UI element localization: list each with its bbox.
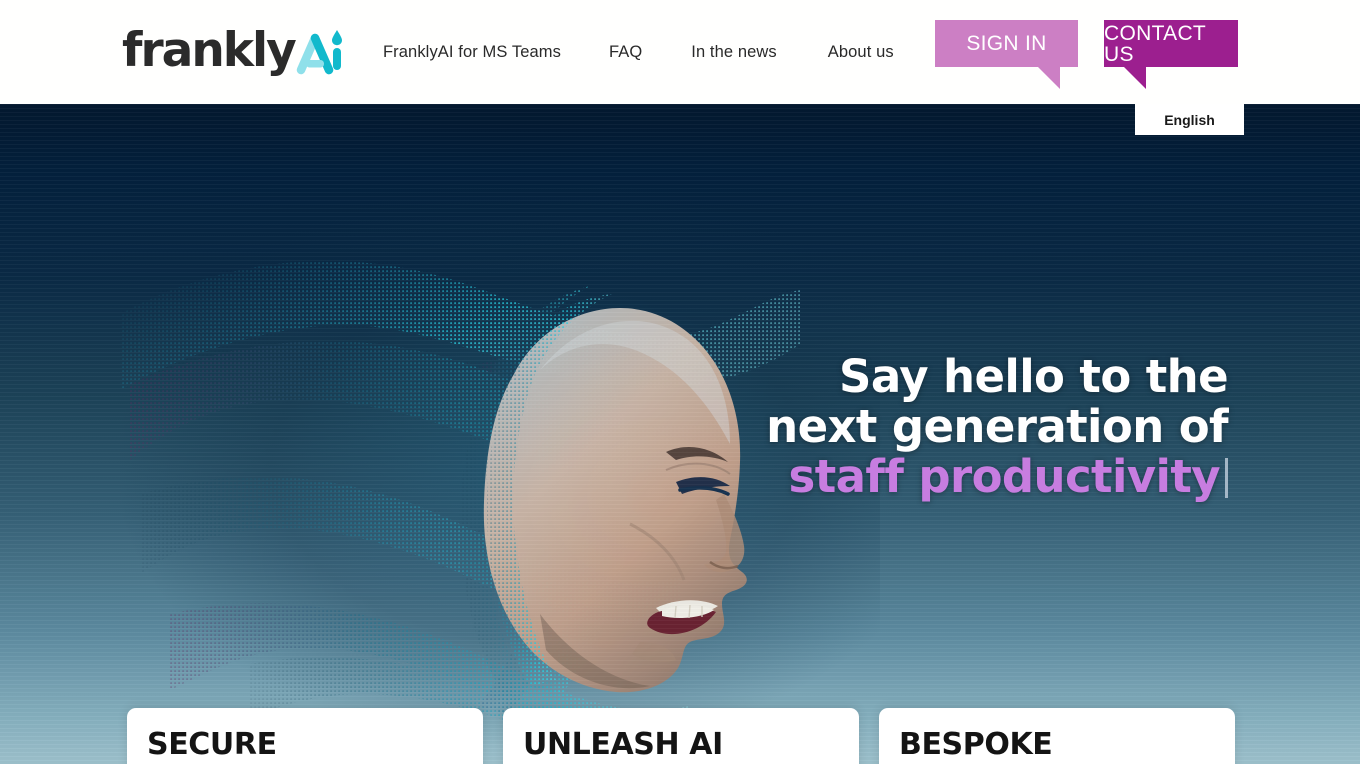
sign-in-label: SIGN IN (966, 32, 1047, 55)
headline-line-2: next generation of (766, 400, 1228, 453)
headline-line-3: staff productivity (788, 450, 1221, 503)
nav-item-in-the-news[interactable]: In the news (691, 43, 777, 62)
hero-headline: Say hello to the next generation of staf… (766, 352, 1228, 502)
logo-ai-mark (295, 24, 343, 76)
language-selector[interactable]: English (1135, 104, 1244, 135)
nav-item-about-us[interactable]: About us (828, 43, 894, 62)
site-logo[interactable]: frankly (122, 19, 343, 81)
site-header: frankly FranklyAI for MS Teams FAQ In th… (0, 0, 1360, 104)
feature-card-unleash-ai[interactable]: UNLEASH AI (503, 708, 859, 764)
nav-item-frankly-for-ms-teams[interactable]: FranklyAI for MS Teams (383, 43, 561, 62)
page-root: frankly FranklyAI for MS Teams FAQ In th… (0, 0, 1360, 764)
feature-card-bespoke[interactable]: BESPOKE (879, 708, 1235, 764)
headline-line-1: Say hello to the (839, 350, 1229, 403)
sign-in-button[interactable]: SIGN IN (935, 20, 1078, 89)
feature-cards: SECURE UNLEASH AI BESPOKE (127, 708, 1235, 764)
card-title: BESPOKE (899, 727, 1053, 762)
contact-us-bubble-tail (1124, 67, 1146, 89)
logo-wordmark: frankly (122, 22, 297, 78)
main-navigation: FranklyAI for MS Teams FAQ In the news A… (383, 0, 894, 104)
typing-caret (1225, 458, 1228, 498)
card-title: UNLEASH AI (523, 727, 723, 762)
nav-item-faq[interactable]: FAQ (609, 43, 642, 62)
contact-us-button[interactable]: CONTACT US (1104, 20, 1238, 89)
contact-us-label: CONTACT US (1104, 21, 1206, 66)
language-label: English (1164, 111, 1215, 128)
card-title: SECURE (147, 727, 277, 762)
sign-in-bubble-tail (1038, 67, 1060, 89)
feature-card-secure[interactable]: SECURE (127, 708, 483, 764)
headline-line-3-wrapper: staff productivity (766, 452, 1228, 502)
hero-section: Say hello to the next generation of staf… (0, 104, 1360, 764)
hero-portrait-image (110, 194, 810, 764)
